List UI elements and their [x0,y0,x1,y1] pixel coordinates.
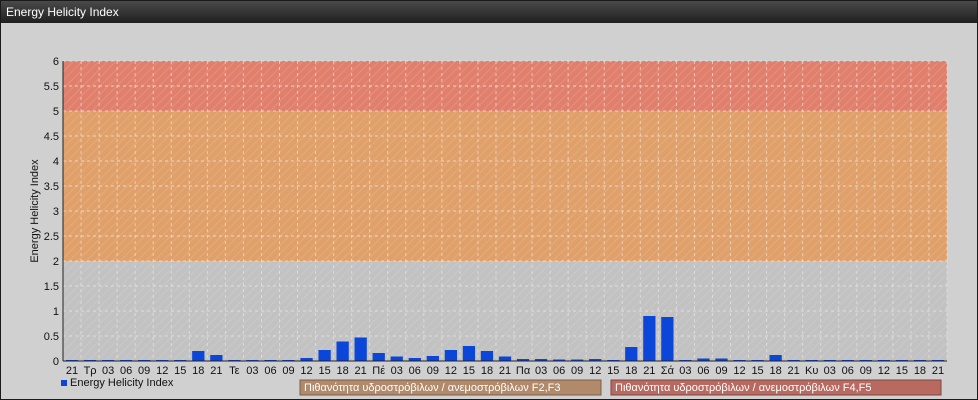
bar-31 [625,347,638,361]
band-note-high-label: Πιθανότητα υδροστρόβιλων / ανεμοστρόβιλω… [615,382,872,394]
bar-33 [661,317,674,361]
x-tick-7: 18 [192,365,204,377]
y-tick-labels: 0 0.5 1 1.5 2 2.5 3 3.5 4 4.5 5 5.5 6 [44,56,59,368]
x-tick-17: Πέ [372,365,385,377]
bar-21 [444,350,458,361]
x-tick-40: 21 [788,365,800,377]
x-tick-4: 09 [138,365,150,377]
y-tick-11: 5.5 [44,81,59,93]
y-tick-9: 4.5 [44,131,59,143]
x-tick-47: 18 [914,365,926,377]
x-tick-15: 18 [337,365,349,377]
x-tick-34: 03 [679,365,691,377]
x-tick-3: 06 [120,365,132,377]
y-tick-8: 4 [53,156,59,168]
x-tick-42: 03 [824,365,836,377]
y-tick-0: 0 [53,356,59,368]
x-tick-32: 21 [643,365,655,377]
x-tick-44: 09 [860,365,872,377]
x-tick-20: 09 [427,365,439,377]
legend-swatch [61,380,67,386]
x-tick-27: 06 [553,365,565,377]
x-tick-1: Τρ [84,365,97,377]
x-tick-37: 12 [733,365,745,377]
x-tick-8: 21 [210,365,222,377]
x-tick-31: 18 [625,365,637,377]
bar-18 [390,356,403,361]
bar-15 [336,341,349,361]
x-tick-9: Τε [229,365,240,377]
band-note-mid-label: Πιθανότητα υδροστρόβιλων / ανεμοστρόβιλω… [304,382,561,394]
bar-24 [498,356,512,361]
band-note-mid: Πιθανότητα υδροστρόβιλων / ανεμοστρόβιλω… [299,379,602,396]
x-tick-43: 06 [842,365,854,377]
band-note-high: Πιθανότητα υδροστρόβιλων / ανεμοστρόβιλω… [610,379,942,396]
x-tick-36: 09 [715,365,727,377]
x-tick-21: 12 [445,365,457,377]
y-tick-4: 2 [53,256,59,268]
x-tick-5: 12 [156,365,168,377]
x-tick-30: 15 [607,365,619,377]
x-tick-24: 21 [499,365,511,377]
bar-8 [210,355,223,361]
x-tick-26: 03 [535,365,547,377]
x-tick-23: 18 [481,365,493,377]
x-tick-13: 12 [300,365,312,377]
y-tick-3: 1.5 [44,281,59,293]
x-tick-29: 12 [589,365,601,377]
legend: Energy Helicity Index [61,377,174,389]
x-tick-12: 09 [282,365,294,377]
x-tick-48: 21 [932,365,944,377]
x-tick-labels: 21 Τρ 03 06 09 12 15 18 21 Τε 03 06 09 12 15 18 21 Πέ 03 06… [66,365,944,377]
x-tick-46: 15 [896,365,908,377]
x-tick-28: 09 [571,365,583,377]
x-tick-39: 18 [769,365,781,377]
x-tick-22: 15 [463,365,475,377]
bar-17 [372,353,385,361]
x-tick-35: 06 [697,365,709,377]
x-tick-25: Πα [516,365,531,377]
bar-14 [318,350,331,361]
y-tick-10: 5 [53,106,59,118]
x-tick-45: 12 [878,365,890,377]
x-tick-18: 03 [391,365,403,377]
x-tick-41: Κυ [805,365,818,377]
bar-7 [192,351,205,361]
legend-label: Energy Helicity Index [70,377,174,389]
chart: 0 0.5 1 1.5 2 2.5 3 3.5 4 4.5 5 5.5 6 21 Τρ 03 06 09 12 15… [29,56,948,396]
x-tick-38: 15 [751,365,763,377]
chart-window: Energy Helicity Index 0 0.5 1 1.5 2 2.5 3 3.5 4 4… [0,0,978,400]
y-axis-label: Energy Helicity Index [29,159,41,263]
y-tick-2: 1 [53,306,59,318]
x-tick-0: 21 [66,365,78,377]
x-tick-10: 03 [246,365,258,377]
window-title: Energy Helicity Index [1,1,977,23]
y-tick-7: 3.5 [44,181,59,193]
x-tick-6: 15 [174,365,186,377]
y-tick-5: 2.5 [44,231,59,243]
bar-32 [643,316,656,361]
bar-20 [426,356,439,361]
y-tick-6: 3 [53,206,59,218]
bar-22 [462,346,476,361]
x-tick-2: 03 [102,365,114,377]
y-tick-12: 6 [53,56,59,68]
x-tick-19: 06 [409,365,421,377]
x-tick-16: 21 [355,365,367,377]
x-tick-11: 06 [264,365,276,377]
x-tick-14: 15 [318,365,330,377]
y-tick-1: 0.5 [44,331,59,343]
bar-39 [769,355,782,361]
bar-23 [480,351,494,361]
x-tick-33: Σά [661,365,675,377]
bar-16 [354,337,367,361]
